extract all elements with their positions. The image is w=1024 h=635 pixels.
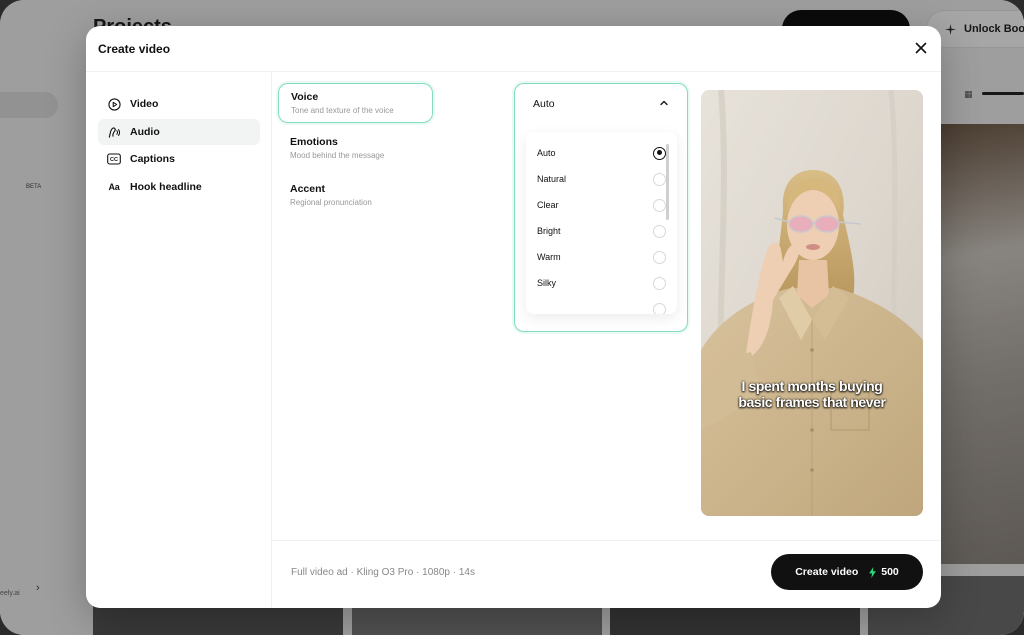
voice-option-label: Warm [537,252,561,262]
audio-wave-icon [107,125,121,139]
aa-icon: Aa [108,182,120,192]
preview-image [701,90,923,516]
voice-option-partial [526,298,666,314]
option-description: Regional pronunciation [290,198,372,207]
nav-item-hook-headline[interactable]: Aa Hook headline [98,174,260,200]
nav-item-audio[interactable]: Audio [98,119,260,145]
radio-button[interactable] [653,224,666,238]
scrollbar[interactable] [666,144,669,220]
voice-option-label: Natural [537,174,567,184]
option-emotions[interactable]: Emotions Mood behind the message [278,129,433,169]
voice-select[interactable]: Auto [515,84,687,120]
voice-options-list[interactable]: Auto Natural Clear Bright Warm Silky [526,132,677,314]
play-circle-icon [107,97,121,111]
video-summary: Full video ad · Kling O3 Pro · 1080p · 1… [291,567,475,578]
modal-header: Create video [86,26,941,72]
chevron-up-icon [660,100,668,106]
option-description: Tone and texture of the voice [291,106,394,115]
nav-item-captions[interactable]: CC Captions [98,146,260,172]
option-voice[interactable]: Voice Tone and texture of the voice [278,83,433,123]
credits-value: 500 [881,566,899,578]
close-button[interactable] [913,40,929,56]
caption-line: I spent months buying [741,378,883,394]
voice-option-silky[interactable]: Silky [526,272,666,294]
nav-label: Captions [130,153,175,165]
create-video-modal: Create video Video Audio CC Captions Aa [86,26,941,608]
cc-icon: CC [107,152,121,166]
create-video-button[interactable]: Create video 500 [771,554,923,590]
voice-option-natural[interactable]: Natural [526,168,666,190]
radio-button[interactable] [653,276,666,290]
svg-text:CC: CC [110,157,118,163]
voice-option-label: Silky [537,278,557,288]
voice-option-warm[interactable]: Warm [526,246,666,268]
radio-button[interactable] [653,146,666,160]
create-video-label: Create video [795,566,859,578]
voice-option-bright[interactable]: Bright [526,220,666,242]
modal-title: Create video [98,42,171,56]
credits: 500 [868,566,899,578]
radio-button [653,302,666,314]
option-label: Emotions [290,136,338,148]
voice-option-clear[interactable]: Clear [526,194,666,216]
option-label: Accent [290,183,326,195]
voice-option-auto[interactable]: Auto [526,142,666,164]
nav-label: Video [130,98,159,110]
modal-footer: Full video ad · Kling O3 Pro · 1080p · 1… [272,540,941,608]
modal-sidebar: Video Audio CC Captions Aa Hook headline [86,72,272,608]
nav-label: Audio [130,126,160,138]
option-label: Voice [291,91,319,103]
voice-option-label: Clear [537,200,559,210]
close-icon [915,42,927,54]
option-description: Mood behind the message [290,151,385,160]
nav-item-video[interactable]: Video [98,91,260,117]
nav-label: Hook headline [130,181,202,193]
radio-button[interactable] [653,198,666,212]
radio-button[interactable] [653,172,666,186]
caption-line: basic frames that never [738,394,886,410]
option-accent[interactable]: Accent Regional pronunciation [278,176,433,216]
voice-dropdown: Auto Auto Natural Clear Bright Warm Silk… [514,83,688,332]
video-preview[interactable]: I spent months buying basic frames that … [701,90,923,516]
voice-option-label: Bright [537,226,561,236]
preview-caption: I spent months buying basic frames that … [701,378,923,410]
voice-option-label: Auto [537,148,556,158]
selected-value: Auto [533,98,555,110]
bolt-icon [869,566,877,578]
radio-button[interactable] [653,250,666,264]
